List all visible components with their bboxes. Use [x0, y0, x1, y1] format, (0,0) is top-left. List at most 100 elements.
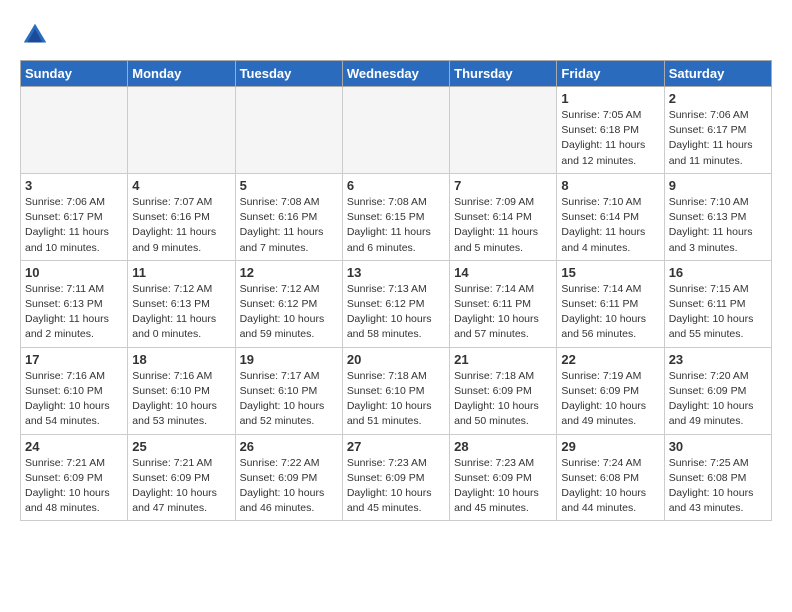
day-info: Sunrise: 7:16 AM Sunset: 6:10 PM Dayligh… [132, 369, 230, 430]
day-info: Sunrise: 7:14 AM Sunset: 6:11 PM Dayligh… [561, 282, 659, 343]
day-info: Sunrise: 7:23 AM Sunset: 6:09 PM Dayligh… [347, 456, 445, 517]
day-number: 23 [669, 352, 767, 367]
weekday-header-row: SundayMondayTuesdayWednesdayThursdayFrid… [21, 61, 772, 87]
calendar-cell [342, 87, 449, 174]
day-info: Sunrise: 7:23 AM Sunset: 6:09 PM Dayligh… [454, 456, 552, 517]
day-number: 10 [25, 265, 123, 280]
calendar-cell: 20 Sunrise: 7:18 AM Sunset: 6:10 PM Dayli… [342, 347, 449, 434]
calendar-body: 1 Sunrise: 7:05 AM Sunset: 6:18 PM Daylig… [21, 87, 772, 521]
calendar-cell: 29Sunrise: 7:24 AM Sunset: 6:08 PM Dayli… [557, 434, 664, 521]
weekday-header-cell: Sunday [21, 61, 128, 87]
day-info: Sunrise: 7:21 AM Sunset: 6:09 PM Dayligh… [25, 456, 123, 517]
day-info: Sunrise: 7:16 AM Sunset: 6:10 PM Dayligh… [25, 369, 123, 430]
day-number: 1 [561, 91, 659, 106]
weekday-header-cell: Monday [128, 61, 235, 87]
day-info: Sunrise: 7:18 AM Sunset: 6:09 PM Dayligh… [454, 369, 552, 430]
day-info: Sunrise: 7:08 AM Sunset: 6:15 PM Dayligh… [347, 195, 445, 256]
day-number: 8 [561, 178, 659, 193]
calendar-cell: 12 Sunrise: 7:12 AM Sunset: 6:12 PM Dayli… [235, 260, 342, 347]
day-number: 3 [25, 178, 123, 193]
day-number: 6 [347, 178, 445, 193]
calendar-cell: 26 Sunrise: 7:22 AM Sunset: 6:09 PM Dayli… [235, 434, 342, 521]
day-info: Sunrise: 7:07 AM Sunset: 6:16 PM Dayligh… [132, 195, 230, 256]
weekday-header-cell: Wednesday [342, 61, 449, 87]
day-number: 20 [347, 352, 445, 367]
day-number: 19 [240, 352, 338, 367]
calendar-cell: 5 Sunrise: 7:08 AM Sunset: 6:16 PM Daylig… [235, 173, 342, 260]
day-number: 9 [669, 178, 767, 193]
calendar-cell: 4 Sunrise: 7:07 AM Sunset: 6:16 PM Daylig… [128, 173, 235, 260]
day-number: 24 [25, 439, 123, 454]
calendar-cell: 3 Sunrise: 7:06 AM Sunset: 6:17 PM Daylig… [21, 173, 128, 260]
day-info: Sunrise: 7:24 AM Sunset: 6:08 PM Dayligh… [561, 456, 659, 517]
day-number: 16 [669, 265, 767, 280]
logo-icon [20, 20, 50, 50]
day-info: Sunrise: 7:12 AM Sunset: 6:12 PM Dayligh… [240, 282, 338, 343]
weekday-header-cell: Friday [557, 61, 664, 87]
day-number: 11 [132, 265, 230, 280]
day-number: 26 [240, 439, 338, 454]
weekday-header-cell: Saturday [664, 61, 771, 87]
calendar-cell: 1 Sunrise: 7:05 AM Sunset: 6:18 PM Daylig… [557, 87, 664, 174]
day-info: Sunrise: 7:08 AM Sunset: 6:16 PM Dayligh… [240, 195, 338, 256]
day-number: 27 [347, 439, 445, 454]
day-number: 7 [454, 178, 552, 193]
calendar-cell: 6 Sunrise: 7:08 AM Sunset: 6:15 PM Daylig… [342, 173, 449, 260]
calendar-cell [128, 87, 235, 174]
calendar-cell: 11 Sunrise: 7:12 AM Sunset: 6:13 PM Dayli… [128, 260, 235, 347]
day-number: 13 [347, 265, 445, 280]
calendar-cell [450, 87, 557, 174]
day-number: 18 [132, 352, 230, 367]
calendar-cell: 22Sunrise: 7:19 AM Sunset: 6:09 PM Dayli… [557, 347, 664, 434]
calendar-cell: 23 Sunrise: 7:20 AM Sunset: 6:09 PM Dayli… [664, 347, 771, 434]
day-info: Sunrise: 7:17 AM Sunset: 6:10 PM Dayligh… [240, 369, 338, 430]
day-number: 28 [454, 439, 552, 454]
day-number: 17 [25, 352, 123, 367]
calendar-cell: 16Sunrise: 7:15 AM Sunset: 6:11 PM Dayli… [664, 260, 771, 347]
calendar-cell: 24 Sunrise: 7:21 AM Sunset: 6:09 PM Dayli… [21, 434, 128, 521]
day-info: Sunrise: 7:21 AM Sunset: 6:09 PM Dayligh… [132, 456, 230, 517]
day-info: Sunrise: 7:13 AM Sunset: 6:12 PM Dayligh… [347, 282, 445, 343]
day-info: Sunrise: 7:06 AM Sunset: 6:17 PM Dayligh… [25, 195, 123, 256]
day-info: Sunrise: 7:20 AM Sunset: 6:09 PM Dayligh… [669, 369, 767, 430]
page-header [20, 20, 772, 50]
calendar-week-row: 10 Sunrise: 7:11 AM Sunset: 6:13 PM Dayli… [21, 260, 772, 347]
calendar-cell: 14Sunrise: 7:14 AM Sunset: 6:11 PM Dayli… [450, 260, 557, 347]
calendar-cell: 13 Sunrise: 7:13 AM Sunset: 6:12 PM Dayli… [342, 260, 449, 347]
day-info: Sunrise: 7:12 AM Sunset: 6:13 PM Dayligh… [132, 282, 230, 343]
calendar-cell [21, 87, 128, 174]
day-number: 12 [240, 265, 338, 280]
day-info: Sunrise: 7:06 AM Sunset: 6:17 PM Dayligh… [669, 108, 767, 169]
calendar-table: SundayMondayTuesdayWednesdayThursdayFrid… [20, 60, 772, 521]
calendar-cell: 27 Sunrise: 7:23 AM Sunset: 6:09 PM Dayli… [342, 434, 449, 521]
calendar-cell: 2Sunrise: 7:06 AM Sunset: 6:17 PM Daylig… [664, 87, 771, 174]
day-info: Sunrise: 7:10 AM Sunset: 6:13 PM Dayligh… [669, 195, 767, 256]
day-info: Sunrise: 7:18 AM Sunset: 6:10 PM Dayligh… [347, 369, 445, 430]
calendar-week-row: 17 Sunrise: 7:16 AM Sunset: 6:10 PM Dayli… [21, 347, 772, 434]
weekday-header-cell: Tuesday [235, 61, 342, 87]
day-number: 30 [669, 439, 767, 454]
day-number: 25 [132, 439, 230, 454]
weekday-header-cell: Thursday [450, 61, 557, 87]
calendar-cell: 8 Sunrise: 7:10 AM Sunset: 6:14 PM Daylig… [557, 173, 664, 260]
day-info: Sunrise: 7:05 AM Sunset: 6:18 PM Dayligh… [561, 108, 659, 169]
day-number: 5 [240, 178, 338, 193]
day-info: Sunrise: 7:25 AM Sunset: 6:08 PM Dayligh… [669, 456, 767, 517]
calendar-cell: 21Sunrise: 7:18 AM Sunset: 6:09 PM Dayli… [450, 347, 557, 434]
calendar-cell: 15Sunrise: 7:14 AM Sunset: 6:11 PM Dayli… [557, 260, 664, 347]
calendar-cell: 7Sunrise: 7:09 AM Sunset: 6:14 PM Daylig… [450, 173, 557, 260]
calendar-cell: 9 Sunrise: 7:10 AM Sunset: 6:13 PM Daylig… [664, 173, 771, 260]
calendar-cell: 28 Sunrise: 7:23 AM Sunset: 6:09 PM Dayli… [450, 434, 557, 521]
calendar-cell: 25 Sunrise: 7:21 AM Sunset: 6:09 PM Dayli… [128, 434, 235, 521]
calendar-week-row: 1 Sunrise: 7:05 AM Sunset: 6:18 PM Daylig… [21, 87, 772, 174]
logo [20, 20, 54, 50]
calendar-week-row: 3 Sunrise: 7:06 AM Sunset: 6:17 PM Daylig… [21, 173, 772, 260]
day-number: 14 [454, 265, 552, 280]
day-number: 4 [132, 178, 230, 193]
calendar-cell: 10 Sunrise: 7:11 AM Sunset: 6:13 PM Dayli… [21, 260, 128, 347]
calendar-cell: 17 Sunrise: 7:16 AM Sunset: 6:10 PM Dayli… [21, 347, 128, 434]
day-info: Sunrise: 7:10 AM Sunset: 6:14 PM Dayligh… [561, 195, 659, 256]
day-info: Sunrise: 7:22 AM Sunset: 6:09 PM Dayligh… [240, 456, 338, 517]
calendar-week-row: 24 Sunrise: 7:21 AM Sunset: 6:09 PM Dayli… [21, 434, 772, 521]
day-info: Sunrise: 7:11 AM Sunset: 6:13 PM Dayligh… [25, 282, 123, 343]
